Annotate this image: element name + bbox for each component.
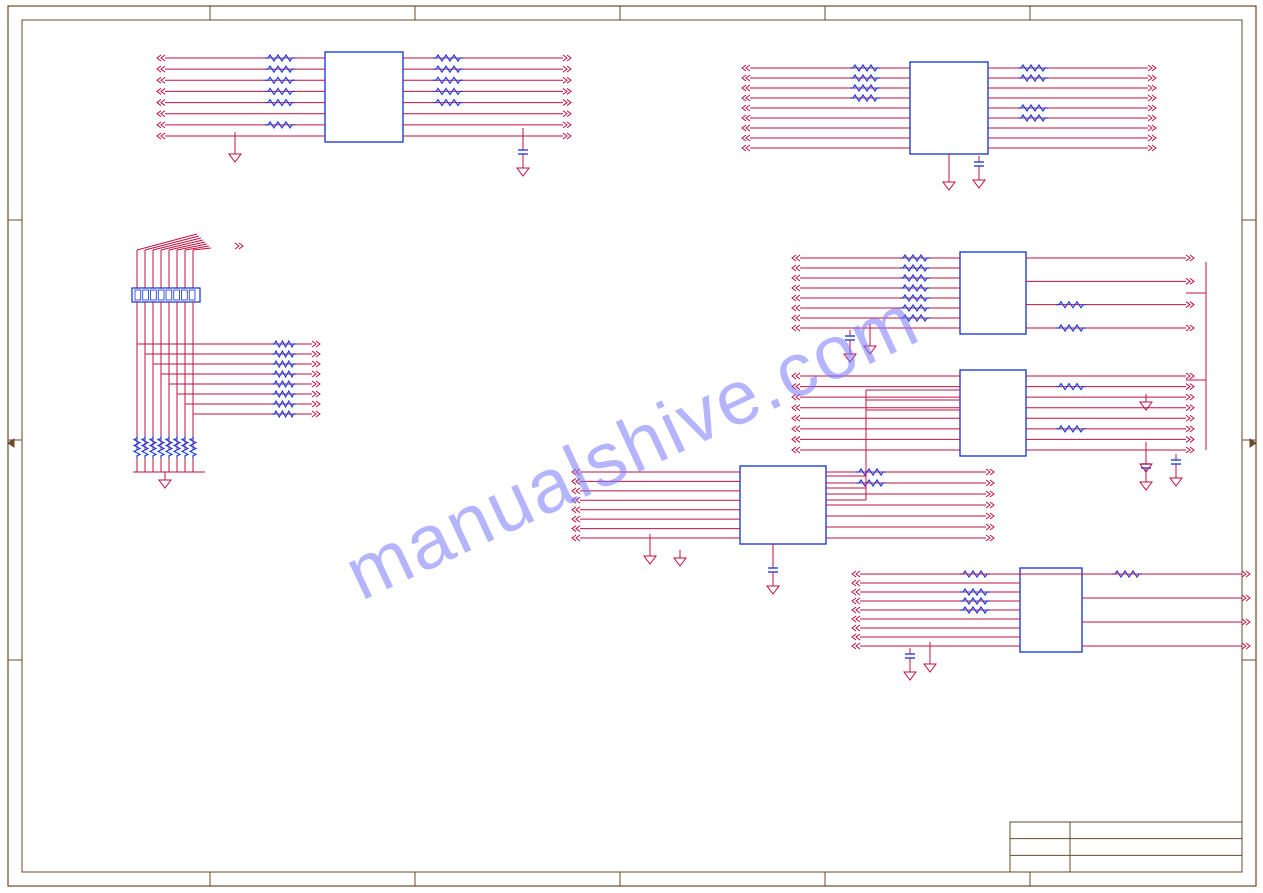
- ic-block-bottom-right: [860, 568, 1242, 656]
- schematic-page: manualshive.com: [0, 0, 1263, 893]
- ic-block-mid-right-lower: [800, 370, 1186, 458]
- dip-switch-array: [132, 234, 312, 472]
- ic-block-top-left: [165, 52, 563, 146]
- schematic-svg: [0, 0, 1263, 893]
- ic-block-mid-right-upper: [800, 252, 1186, 338]
- ic-block-top-right: [750, 62, 1148, 174]
- ic-block-mid-center: [580, 466, 986, 562]
